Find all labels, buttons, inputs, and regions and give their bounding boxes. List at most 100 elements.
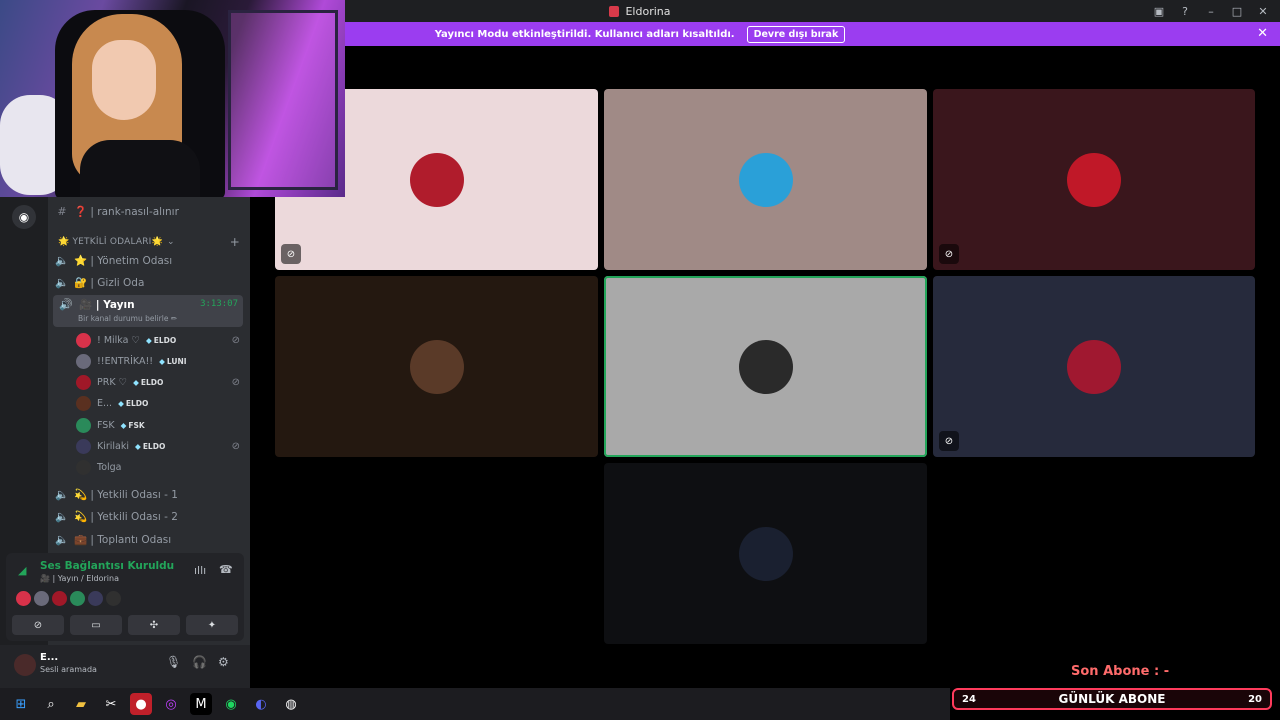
windows-start-icon[interactable]: ⊞ (10, 693, 32, 715)
spotify-icon[interactable]: ◉ (220, 693, 242, 715)
voice-actions: ⊘ ▭ ✣ ✦ (12, 615, 238, 635)
mic-muted-icon: ⊘ (231, 334, 240, 346)
server-tag: ◆ LUNI (159, 357, 186, 366)
video-tile[interactable] (604, 276, 927, 457)
mic-muted-icon: ⊘ (231, 441, 240, 452)
search-icon[interactable]: ⌕ (40, 693, 62, 715)
stream-app-icon[interactable]: ◎ (160, 693, 182, 715)
video-tile[interactable]: ⊘ (933, 276, 1255, 457)
voice-user-name: FSK (97, 419, 115, 431)
channel-label: 💼 | Toplantı Odası (74, 533, 172, 546)
headphones-icon[interactable]: 🎧 (192, 655, 207, 669)
avatar[interactable] (34, 591, 49, 606)
app-icon[interactable]: ● (130, 693, 152, 715)
voice-user-name: Kirilaki (97, 441, 130, 452)
channel-label: 💫 | Yetkili Odası - 2 (74, 510, 178, 523)
avatar (409, 339, 464, 394)
add-channel-icon[interactable]: + (230, 235, 240, 249)
channel-yetkili-1[interactable]: 🔈 💫 | Yetkili Odası - 1 (54, 483, 244, 505)
discover-icon[interactable]: ◉ (12, 205, 36, 229)
voice-user[interactable]: FSK ◆ FSK (76, 415, 240, 435)
channel-gizli[interactable]: 🔈 🔐 | Gizli Oda (54, 271, 244, 293)
category-label: 🌟 YETKİLİ ODALARI🌟 (58, 237, 163, 247)
speaker-icon: 🔈 (55, 532, 69, 546)
help-icon[interactable]: ? (1172, 5, 1198, 18)
activities-icon[interactable]: ✣ (128, 615, 180, 635)
avatar[interactable] (52, 591, 67, 606)
close-button[interactable]: ✕ (1250, 5, 1276, 18)
video-tile[interactable]: ⊘ (933, 89, 1255, 270)
avatar (76, 353, 91, 369)
user-status: Sesli aramada (40, 665, 97, 674)
video-tile[interactable] (604, 89, 927, 270)
voice-user-name: Tolga (97, 462, 122, 474)
last-subscriber: Son Abone : - (1071, 664, 1170, 679)
channel-yonetim[interactable]: 🔈 ⭐ | Yönetim Odası (54, 249, 244, 271)
voice-user[interactable]: E... ◆ ELDO (76, 394, 240, 414)
snipping-tool-icon[interactable]: ✂ (100, 693, 122, 715)
mic-muted-icon: ⊘ (939, 244, 959, 264)
avatar[interactable] (14, 654, 36, 676)
noise-suppression-icon[interactable]: ıllı (194, 564, 206, 577)
channel-rank[interactable]: # ❓ | rank-nasıl-alınır (54, 200, 244, 222)
disconnect-icon[interactable]: ☎ (219, 563, 233, 576)
disable-streamer-mode-button[interactable]: Devre dışı bırak (746, 25, 846, 43)
channel-status[interactable]: Bir kanal durumu belirle ✏ (78, 314, 177, 323)
voice-user[interactable]: Kirilaki ◆ ELDO ⊘ (76, 437, 240, 457)
screen-share-icon[interactable]: ▭ (70, 615, 122, 635)
shelf (228, 10, 338, 190)
avatar[interactable] (106, 591, 121, 606)
discord-icon[interactable]: ◐ (250, 693, 272, 715)
file-explorer-icon[interactable]: ▰ (70, 693, 92, 715)
daily-subscriber-bar: 24 GÜNLÜK ABONE 20 (952, 688, 1272, 710)
avatar (76, 460, 91, 476)
video-tile[interactable] (275, 276, 598, 457)
avatar (1067, 339, 1121, 394)
channel-yayin-active[interactable]: 🔊 🎥 | Yayın 3:13:07 Bir kanal durumu bel… (53, 295, 243, 327)
voice-user-name: PRK ♡ (97, 377, 128, 389)
minimize-button[interactable]: – (1198, 5, 1224, 18)
avatar (738, 152, 793, 207)
screen-icon[interactable]: ▣ (1146, 5, 1172, 18)
voice-status-title[interactable]: Ses Bağlantısı Kuruldu (40, 560, 174, 572)
video-tile[interactable] (604, 463, 927, 644)
avatar (409, 152, 464, 207)
browser-icon[interactable]: ◍ (280, 693, 302, 715)
avatar[interactable] (16, 591, 31, 606)
sub-count-left: 24 (962, 693, 976, 705)
avatar (738, 339, 793, 394)
voice-user[interactable]: ! Milka ♡ ◆ ELDO ⊘ (76, 330, 240, 350)
soundboard-icon[interactable]: ✦ (186, 615, 238, 635)
signal-icon: ◢ (18, 564, 27, 577)
channel-label: 🔐 | Gizli Oda (74, 276, 145, 289)
voice-user[interactable]: Tolga (76, 458, 240, 478)
media-app-icon[interactable]: M (190, 693, 212, 715)
avatar (76, 417, 91, 433)
server-tag: ◆ ELDO (135, 442, 165, 451)
user-name[interactable]: E... (40, 652, 58, 663)
gem-icon: ◆ (146, 335, 152, 345)
app-icon (609, 5, 620, 17)
camera-off-icon[interactable]: ⊘ (12, 615, 64, 635)
channel-yetkili-2[interactable]: 🔈 💫 | Yetkili Odası - 2 (54, 505, 244, 527)
sub-count-right: 20 (1248, 693, 1262, 705)
voice-status-subtitle[interactable]: 🎥 | Yayın / Eldorina (40, 574, 119, 583)
avatar (1067, 152, 1121, 207)
chevron-down-icon: ⌄ (166, 237, 175, 247)
server-tag: ◆ ELDO (118, 399, 148, 408)
close-icon[interactable]: ✕ (1257, 26, 1268, 41)
avatar (76, 375, 91, 391)
window-title: Eldorina (625, 4, 671, 18)
voice-user[interactable]: !!ENTRİKA!! ◆ LUNI (76, 351, 240, 371)
channel-toplanti[interactable]: 🔈 💼 | Toplantı Odası (54, 528, 244, 550)
speaker-icon: 🔊 (59, 298, 73, 311)
gear-icon[interactable]: ⚙ (218, 655, 229, 669)
maximize-button[interactable]: □ (1224, 5, 1250, 18)
taskbar: ⊞ ⌕ ▰ ✂ ● ◎ M ◉ ◐ ◍ (0, 688, 950, 720)
category-header[interactable]: 🌟 YETKİLİ ODALARI🌟 ⌄ + (58, 235, 240, 249)
avatar[interactable] (70, 591, 85, 606)
voice-user[interactable]: PRK ♡ ◆ ELDO ⊘ (76, 373, 240, 393)
avatar[interactable] (88, 591, 103, 606)
gem-icon: ◆ (120, 420, 127, 430)
microphone-icon[interactable]: 🎙 (166, 655, 181, 669)
